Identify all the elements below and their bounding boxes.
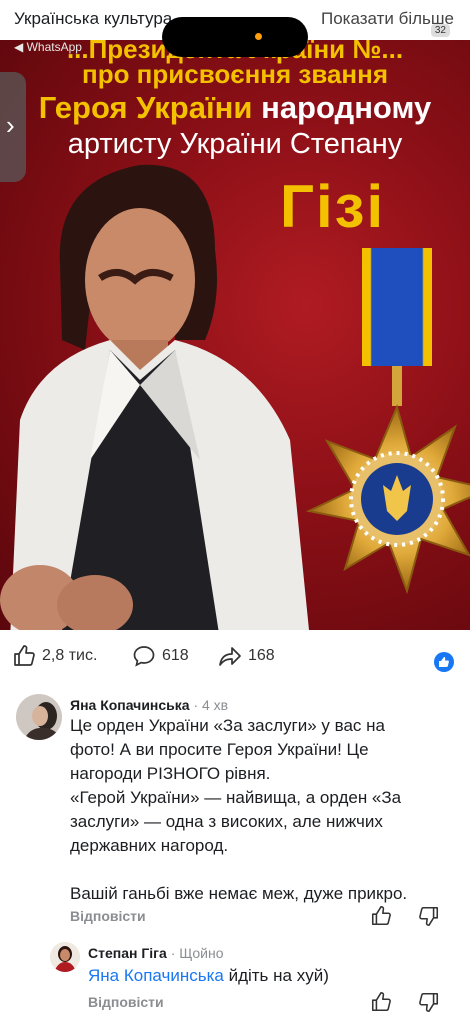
medal-ribbon: [362, 248, 432, 366]
poster-people-text: народному: [261, 90, 432, 125]
comment-line: Вашій ганьбі вже немає меж, дуже прикро.: [70, 884, 408, 903]
gallery-prev-button[interactable]: ›: [0, 72, 26, 182]
comment-author[interactable]: Яна Копачинська · 4 хв: [70, 697, 228, 713]
mention-link[interactable]: Яна Копачинська: [88, 966, 224, 985]
upvote-icon[interactable]: [370, 991, 392, 1013]
poster-hero-text: Героя України: [38, 90, 253, 125]
like-button[interactable]: 2,8 тис.: [12, 644, 97, 668]
avatar[interactable]: [16, 694, 62, 740]
poster-line-title: про присвоєння звання: [81, 59, 388, 89]
avatar[interactable]: [50, 942, 80, 972]
post-image[interactable]: ...Президента України №... про присвоєнн…: [0, 40, 470, 630]
comment-count: 618: [162, 647, 189, 664]
like-count: 2,8 тис.: [42, 647, 98, 664]
comment-icon: [133, 646, 155, 667]
comment-author-name[interactable]: Степан Гіга: [88, 945, 167, 961]
comment-button[interactable]: 618: [132, 644, 189, 668]
comment-line: фото! А ви просите Героя України! Це: [70, 740, 369, 759]
wifi-icon: [406, 24, 425, 37]
comment-line: нагороди РІЗНОГО рівня.: [70, 764, 271, 783]
reply-button[interactable]: Відповісти: [88, 994, 164, 1010]
share-icon: [219, 647, 241, 666]
comment-line: Це орден України «За заслуги» у вас на: [70, 716, 385, 735]
comment-line: державних нагород.: [70, 836, 229, 855]
back-to-app-link[interactable]: ◀ WhatsApp: [14, 40, 82, 54]
share-count: 168: [248, 647, 275, 664]
comment-line: «Герой України» — найвища, а орден «За: [70, 788, 402, 807]
comment-blank-line: [70, 858, 460, 882]
battery-icon: 32: [430, 24, 450, 37]
comment-line: йдіть на хуй): [223, 966, 329, 985]
chevron-right-icon: ›: [6, 110, 15, 140]
share-button[interactable]: 168: [218, 644, 275, 668]
medal-star: [305, 403, 470, 595]
poster-artist-line: артисту України Степану: [67, 128, 403, 160]
upvote-icon[interactable]: [370, 905, 392, 927]
comment-author-name[interactable]: Яна Копачинська: [70, 697, 190, 713]
poster-hero-line: Героя України народному: [0, 90, 470, 126]
comment-author[interactable]: Степан Гіга · Щойно: [88, 945, 224, 961]
thumbs-up-icon: [14, 645, 35, 666]
poster-surname: Гізі: [280, 173, 386, 240]
downvote-icon[interactable]: [418, 905, 440, 927]
status-time: 19:01: [62, 20, 101, 37]
recording-indicator-icon: [255, 33, 262, 40]
reply-button[interactable]: Відповісти: [70, 908, 146, 924]
post-reactions-bar: 2,8 тис. 618 168: [0, 636, 470, 676]
user-photo-icon: [50, 942, 80, 972]
comment-line: заслуги» — одна з високих, але нижчих: [70, 812, 383, 831]
comment-time: · 4 хв: [193, 697, 229, 713]
comment-time: · Щойно: [170, 945, 224, 961]
downvote-icon[interactable]: [418, 991, 440, 1013]
status-icons: 32: [406, 24, 450, 37]
comment-text: Це орден України «За заслуги» у вас на ф…: [70, 714, 460, 906]
reaction-like-badge-icon: [434, 652, 454, 672]
comment-text: Яна Копачинська йдіть на хуй): [88, 964, 458, 988]
dynamic-island: [162, 17, 308, 57]
user-photo-icon: [16, 694, 62, 740]
